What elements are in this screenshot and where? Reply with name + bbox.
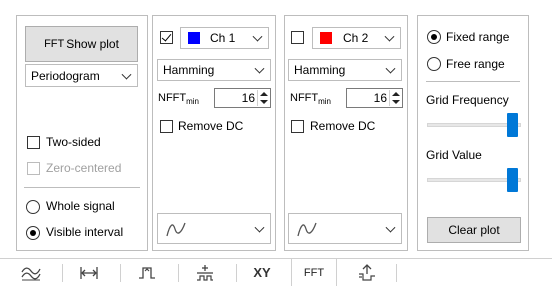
ch1-nfft-label: NFFTmin bbox=[158, 92, 199, 107]
tab-waveform[interactable] bbox=[10, 259, 52, 286]
tab-separator bbox=[236, 264, 237, 282]
show-plot-label: Show plot bbox=[66, 37, 119, 51]
tab-separator bbox=[396, 264, 397, 282]
ch1-nfft-value: 16 bbox=[241, 91, 255, 105]
method-select-value: Periodogram bbox=[31, 68, 100, 83]
tab-separator bbox=[120, 264, 121, 282]
ch2-color-swatch bbox=[320, 32, 332, 44]
ch1-remove-dc-checkbox[interactable] bbox=[160, 120, 173, 133]
visible-interval-radio[interactable] bbox=[26, 226, 40, 240]
free-range-label: Free range bbox=[446, 57, 505, 71]
grid-frequency-slider-handle[interactable] bbox=[507, 113, 518, 137]
ch1-window-value: Hamming bbox=[163, 63, 215, 77]
ch2-select[interactable]: Ch 2 bbox=[312, 27, 401, 49]
ch1-line-style-select[interactable] bbox=[157, 213, 271, 244]
fixed-range-radio[interactable] bbox=[427, 30, 441, 44]
chevron-down-icon bbox=[254, 63, 265, 74]
trigger-icon bbox=[139, 266, 155, 279]
ch1-label: Ch 1 bbox=[210, 31, 236, 45]
ch2-remove-dc-checkbox[interactable] bbox=[291, 120, 304, 133]
chevron-down-icon bbox=[252, 31, 263, 42]
clear-plot-label: Clear plot bbox=[448, 223, 500, 237]
zero-centered-checkbox[interactable] bbox=[27, 162, 40, 175]
line-style-icon bbox=[297, 222, 317, 236]
ch2-label: Ch 2 bbox=[343, 31, 369, 45]
free-range-radio[interactable] bbox=[427, 57, 441, 71]
horizontal-measure-icon bbox=[80, 266, 98, 279]
tab-xy-label: XY bbox=[253, 265, 271, 280]
ch2-nfft-stepper[interactable] bbox=[389, 90, 401, 106]
zero-centered-label: Zero-centered bbox=[46, 161, 122, 175]
ch2-window-value: Hamming bbox=[294, 63, 346, 77]
tab-xy[interactable]: XY bbox=[240, 259, 284, 286]
grid-value-label: Grid Value bbox=[426, 148, 482, 162]
ch2-nfft-value: 16 bbox=[373, 91, 387, 105]
ch1-nfft-spinbox[interactable]: 16 bbox=[214, 88, 271, 108]
tab-separator bbox=[62, 264, 63, 282]
two-sided-label: Two-sided bbox=[46, 135, 101, 149]
tab-fft-label: FFT bbox=[303, 266, 325, 279]
tab-fft[interactable]: FFT bbox=[291, 259, 337, 286]
tab-measure[interactable] bbox=[66, 259, 112, 286]
ch2-nfft-spinbox[interactable]: 16 bbox=[346, 88, 403, 108]
whole-signal-radio[interactable] bbox=[26, 200, 40, 214]
ch2-line-style-select[interactable] bbox=[288, 213, 402, 244]
fixed-range-label: Fixed range bbox=[446, 30, 510, 44]
divider bbox=[24, 187, 140, 188]
clear-plot-button[interactable]: Clear plot bbox=[427, 217, 521, 243]
show-plot-button[interactable]: FFT Show plot bbox=[25, 26, 138, 62]
two-sided-checkbox[interactable] bbox=[27, 136, 40, 149]
divider bbox=[426, 81, 520, 82]
tab-trigger[interactable] bbox=[124, 259, 170, 286]
ch1-nfft-stepper[interactable] bbox=[257, 90, 269, 106]
whole-signal-label: Whole signal bbox=[46, 199, 115, 213]
chevron-down-icon bbox=[254, 222, 265, 233]
ch2-window-select[interactable]: Hamming bbox=[288, 59, 402, 81]
line-style-icon bbox=[166, 222, 186, 236]
waveform-icon bbox=[21, 266, 41, 280]
ch1-remove-dc-label: Remove DC bbox=[178, 119, 244, 133]
ch1-window-select[interactable]: Hamming bbox=[157, 59, 271, 81]
grid-value-slider-handle[interactable] bbox=[507, 168, 518, 192]
visible-interval-label: Visible interval bbox=[46, 225, 124, 239]
ch1-color-swatch bbox=[188, 32, 200, 44]
cursors-icon bbox=[197, 264, 213, 281]
chevron-down-icon bbox=[121, 69, 132, 80]
fft-prefix-label: FFT bbox=[44, 38, 65, 50]
method-select[interactable]: Periodogram bbox=[25, 64, 138, 87]
ch1-select[interactable]: Ch 1 bbox=[180, 27, 269, 49]
ch2-enable-checkbox[interactable] bbox=[291, 31, 304, 44]
export-icon bbox=[359, 263, 375, 281]
chevron-down-icon bbox=[385, 222, 396, 233]
tab-cursors[interactable] bbox=[182, 259, 228, 286]
ch1-enable-checkbox[interactable] bbox=[160, 31, 173, 44]
ch2-nfft-label: NFFTmin bbox=[290, 92, 331, 107]
chevron-down-icon bbox=[384, 31, 395, 42]
chevron-down-icon bbox=[385, 63, 396, 74]
tab-separator bbox=[178, 264, 179, 282]
tab-export[interactable] bbox=[344, 259, 390, 286]
ch2-remove-dc-label: Remove DC bbox=[310, 119, 376, 133]
grid-frequency-label: Grid Frequency bbox=[426, 93, 509, 107]
